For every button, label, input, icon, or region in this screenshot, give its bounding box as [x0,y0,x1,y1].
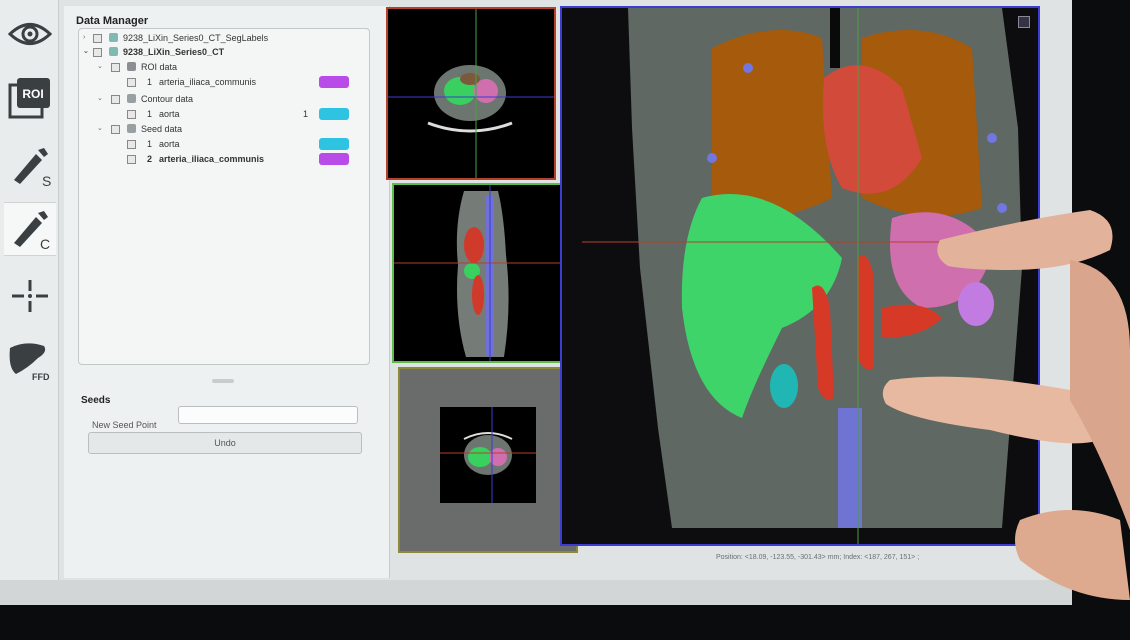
crosshair-tool-button[interactable] [4,270,56,322]
roi-text: ROI [22,87,43,101]
tree-row[interactable]: 1 aorta 1 [79,107,364,121]
visibility-checkbox[interactable] [127,110,136,119]
ffd-tool-button[interactable]: FFD [4,334,56,386]
item-index: 1 [147,109,153,119]
new-seed-point-label: New Seed Point [92,420,157,430]
visibility-checkbox[interactable] [127,140,136,149]
seed-pen-icon: S [14,148,51,188]
tree-row[interactable]: ⌄ Seed data [79,122,364,136]
liver-ffd-icon: FFD [9,343,50,382]
eye-icon [8,23,52,45]
contour-tool-button[interactable]: C [4,202,56,256]
roi-data-icon [127,62,136,71]
sagittal-slice-image [394,185,566,361]
image-node-icon [109,33,118,42]
tree-node-label: Contour data [141,94,194,104]
expand-arrow-icon[interactable]: ⌄ [97,92,103,106]
expand-arrow-icon[interactable]: ⌄ [97,122,103,136]
visibility-checkbox[interactable] [111,95,120,104]
tree-row[interactable]: ⌄ Contour data [79,92,364,106]
undo-button[interactable]: Undo [88,432,362,454]
view-tool-button[interactable] [4,8,56,60]
new-seed-point-input[interactable] [178,406,358,424]
visibility-checkbox[interactable] [111,63,120,72]
color-swatch[interactable] [319,138,349,150]
color-swatch[interactable] [319,153,349,165]
seeds-section-title: Seeds [81,395,111,406]
maximize-view-icon[interactable] [1018,16,1030,28]
ffd-text: FFD [32,372,50,382]
color-swatch[interactable] [319,76,349,88]
item-index: 1 [147,139,153,149]
tree-node-label: aorta [159,139,180,149]
tree-row[interactable]: 1 arteria_iliaca_communis [79,75,364,89]
visibility-checkbox[interactable] [127,78,136,87]
image-node-icon [109,47,118,56]
coronal-view[interactable] [398,367,578,553]
roi-icon: ROI [8,78,50,119]
tree-row[interactable]: ⌄ ROI data [79,60,364,74]
contour-pen-icon: C [14,211,50,251]
tree-node-label: arteria_iliaca_communis [159,154,265,164]
tree-row[interactable]: 2 arteria_iliaca_communis [79,152,364,166]
tree-node-label: ROI data [141,62,178,72]
tree-node-label: 9238_LiXin_Series0_CT [123,47,225,57]
coronal-slice-image [440,407,536,503]
contour-letter: C [40,236,50,251]
color-swatch[interactable] [319,108,349,120]
panel-splitter-handle[interactable] [212,379,234,383]
visibility-checkbox[interactable] [93,34,102,43]
tree-node-label: 9238_LiXin_Series0_CT_SegLabels [123,33,269,43]
tool-sidebar: ROI S C FFD [0,0,59,580]
roi-tool-button[interactable]: ROI [4,72,56,124]
data-manager-panel: Data Manager › 9238_LiXin_Series0_CT_Seg… [64,6,390,578]
contour-count: 1 [303,109,309,119]
axial-slice-image [388,9,554,178]
axial-view[interactable] [386,7,556,180]
seed-data-icon [127,124,136,133]
collapse-arrow-icon[interactable]: › [83,31,85,45]
visibility-checkbox[interactable] [127,155,136,164]
tree-node-label: Seed data [141,124,183,134]
crosshair-icon [12,280,48,312]
tree-row[interactable]: ⌄ 9238_LiXin_Series0_CT [79,45,364,59]
sagittal-view[interactable] [392,183,568,363]
expand-arrow-icon[interactable]: ⌄ [97,60,103,74]
visibility-checkbox[interactable] [111,125,120,134]
seed-letter: S [42,173,51,188]
tree-node-label: arteria_iliaca_communis [159,77,257,87]
visibility-checkbox[interactable] [93,48,102,57]
seed-tool-button[interactable]: S [4,140,56,192]
item-index: 2 [147,154,153,164]
user-hand [882,210,1130,600]
tree-node-label: aorta [159,109,180,119]
expand-arrow-icon[interactable]: ⌄ [83,45,89,59]
data-tree[interactable]: › 9238_LiXin_Series0_CT_SegLabels ⌄ 9238… [78,28,370,365]
tree-row[interactable]: › 9238_LiXin_Series0_CT_SegLabels [79,31,364,45]
item-index: 1 [147,77,153,87]
data-manager-title: Data Manager [76,15,149,27]
contour-data-icon [127,94,136,103]
tree-row[interactable]: 1 aorta [79,137,364,151]
